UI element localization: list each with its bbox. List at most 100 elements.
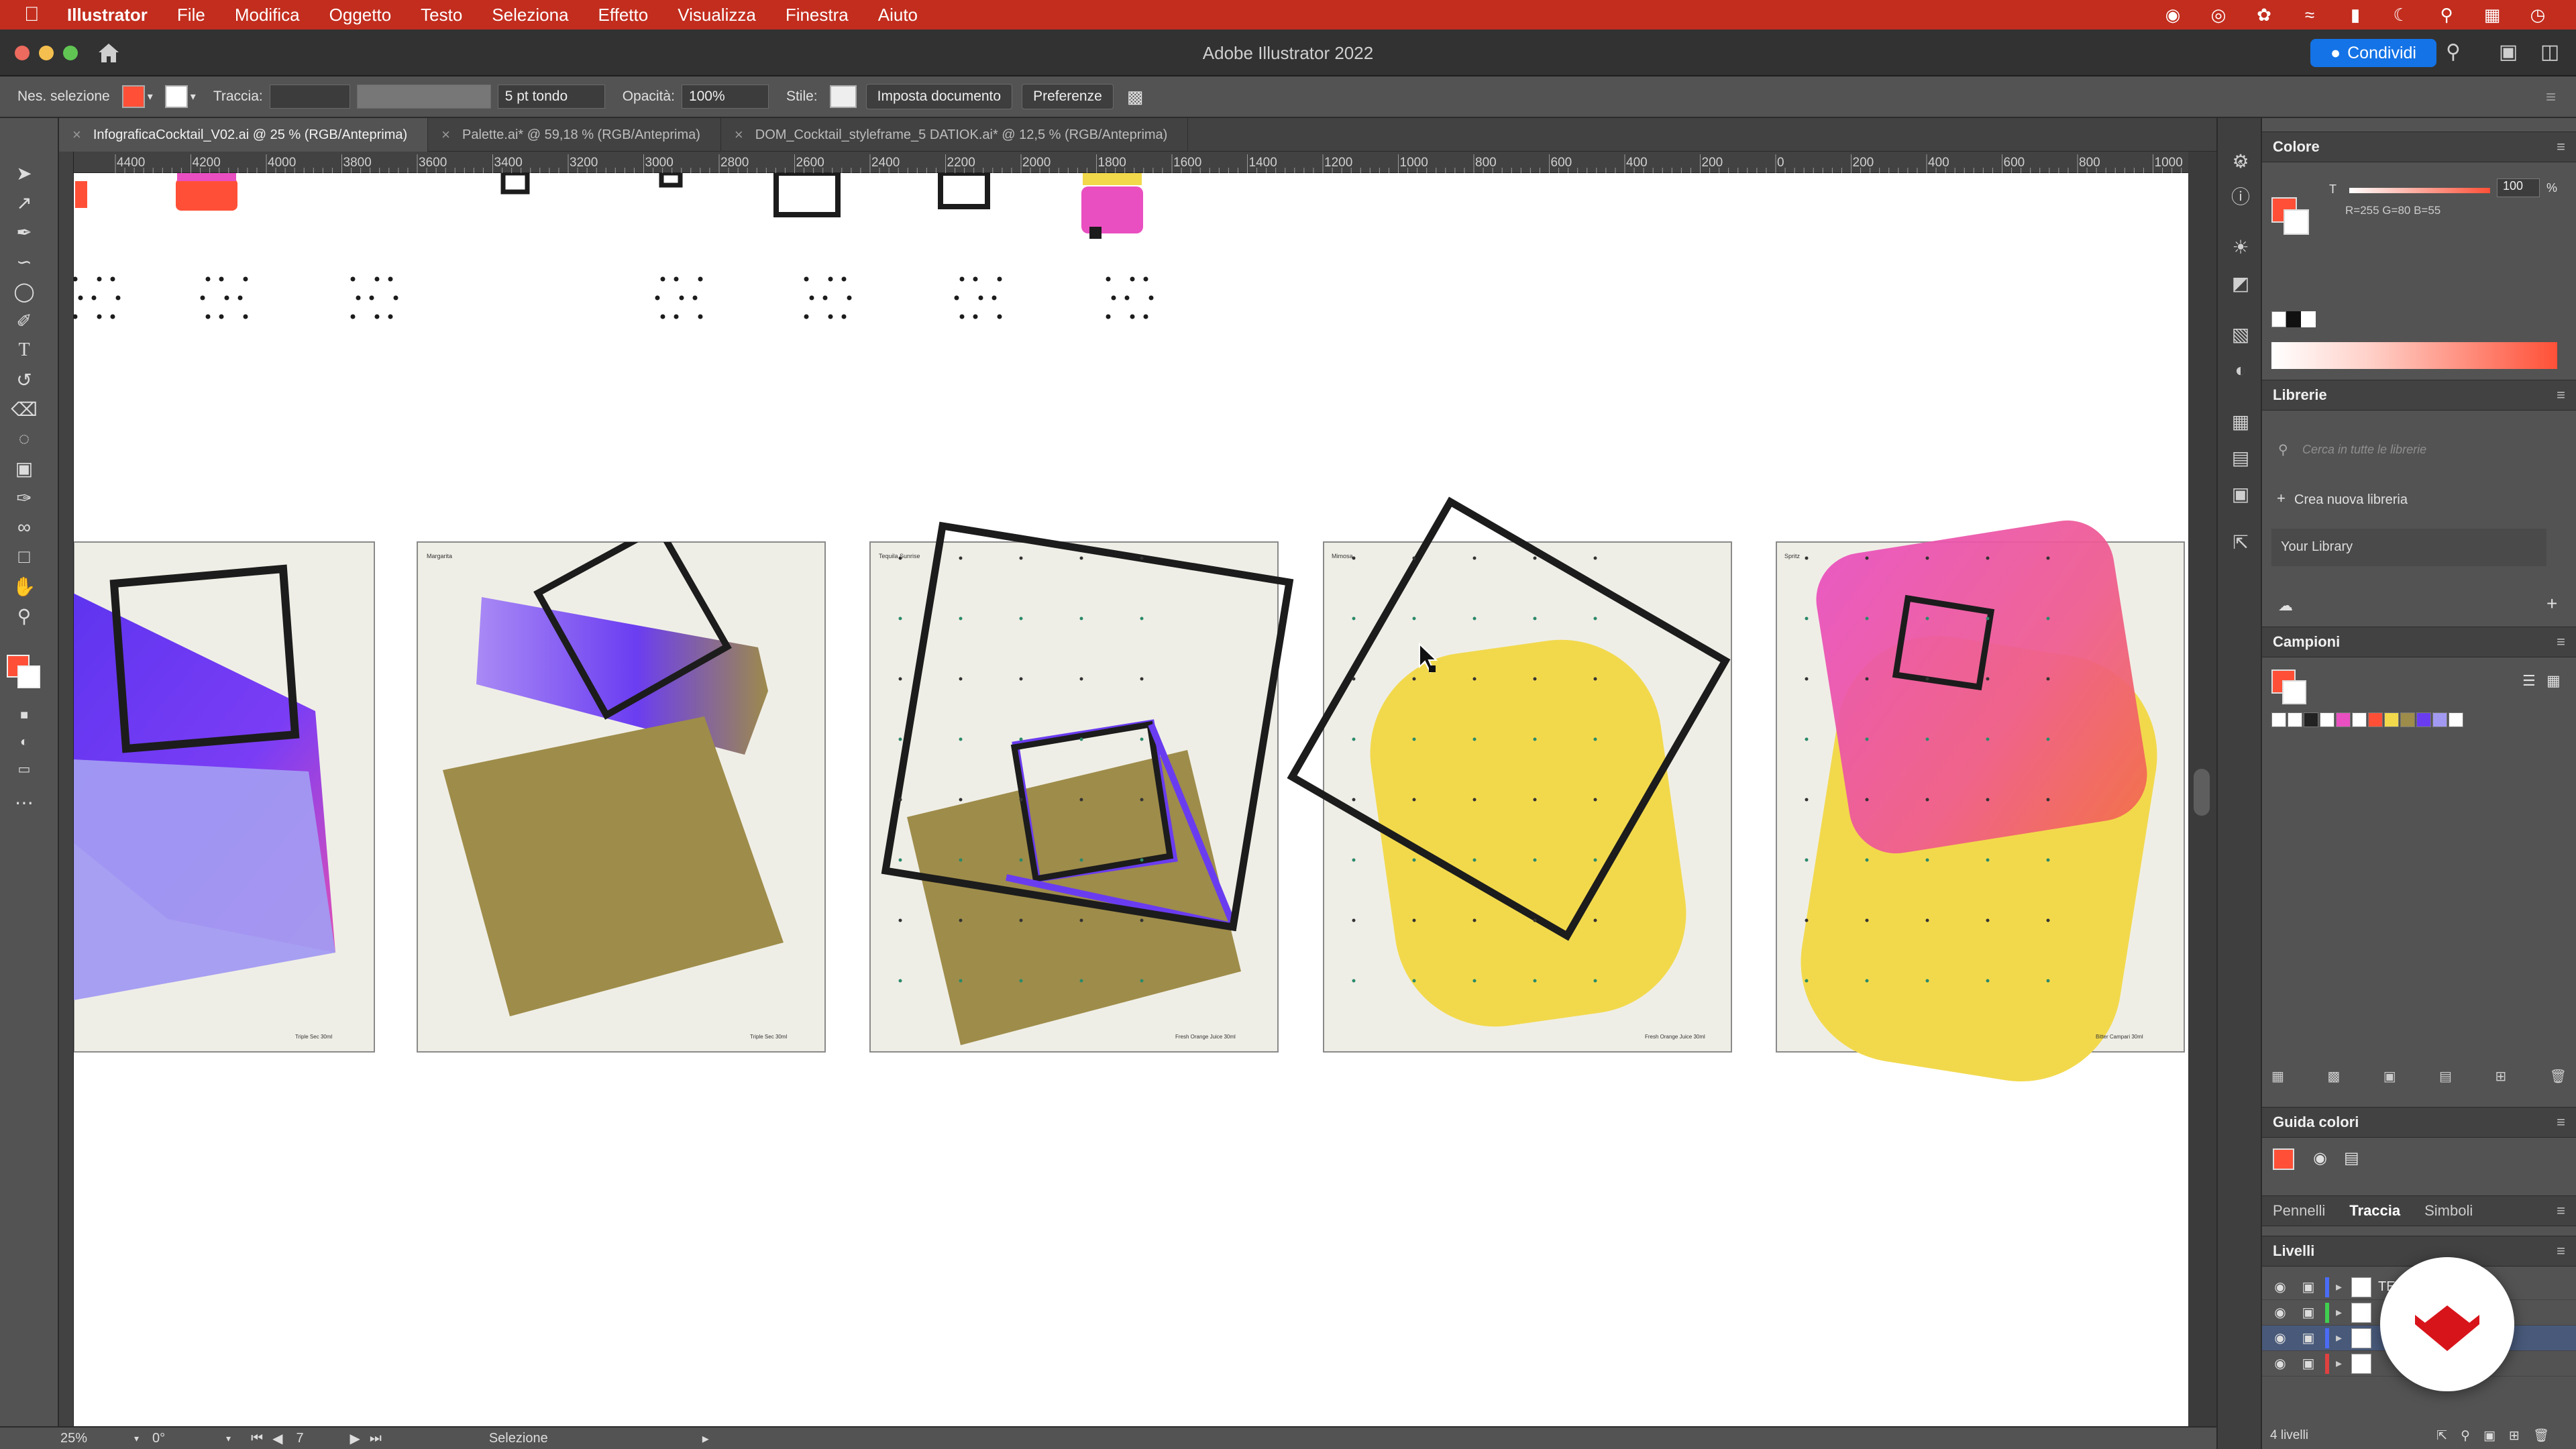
visibility-icon[interactable]: ◉ xyxy=(2270,1330,2290,1346)
pen-tool-icon[interactable]: ✒ xyxy=(11,219,38,246)
fill-swatch[interactable] xyxy=(121,85,145,108)
swatch[interactable] xyxy=(2416,712,2431,727)
stroke-weight-field[interactable] xyxy=(269,85,350,109)
swatch[interactable] xyxy=(2432,712,2447,727)
search-help-icon[interactable]: ⚲ xyxy=(2440,40,2466,66)
ellipse-tool-icon[interactable]: ◯ xyxy=(11,278,38,305)
export-icon[interactable]: ⇱ xyxy=(2227,529,2254,555)
plus-icon[interactable]: + xyxy=(2277,490,2286,507)
swatch-libraries-icon[interactable]: ▦ xyxy=(2271,1068,2284,1085)
swatch[interactable] xyxy=(2271,712,2286,727)
artboard-number-field[interactable]: 7 xyxy=(296,1431,343,1446)
creative-cloud-icon[interactable]: ◉ xyxy=(2161,3,2184,26)
tab-dom-cocktail[interactable]: × DOM_Cocktail_styleframe_5 DATIOK.ai* @… xyxy=(721,118,1189,152)
chevron-down-icon[interactable]: ▾ xyxy=(148,90,153,103)
share-button[interactable]: ● Condividi xyxy=(2310,39,2436,67)
swatch[interactable] xyxy=(2384,712,2399,727)
panel-menu-icon[interactable]: ≡ xyxy=(2557,1242,2565,1260)
color-stroke-swatch[interactable] xyxy=(2284,209,2309,235)
expand-icon[interactable]: ▸ xyxy=(2336,1280,2342,1294)
menu-seleziona[interactable]: Seleziona xyxy=(492,5,568,25)
menu-testo[interactable]: Testo xyxy=(421,5,462,25)
flag-icon[interactable]: ▮ xyxy=(2344,3,2367,26)
tab-brushes[interactable]: Pennelli xyxy=(2273,1202,2325,1220)
moon-icon[interactable]: ☾ xyxy=(2390,3,2412,26)
swatch[interactable] xyxy=(2288,712,2302,727)
artboard-tool-icon[interactable]: □ xyxy=(11,543,38,570)
menu-finestra[interactable]: Finestra xyxy=(786,5,849,25)
show-kinds-icon[interactable]: ▩ xyxy=(2327,1068,2340,1085)
clock-icon[interactable]: ◷ xyxy=(2526,3,2549,26)
swatches-panel-header[interactable]: Campioni ≡ xyxy=(2262,627,2576,657)
lock-icon[interactable]: ▣ xyxy=(2298,1355,2318,1372)
wifi-icon[interactable]: ≈ xyxy=(2298,3,2321,26)
apple-icon[interactable]:  xyxy=(24,3,54,26)
tint-input[interactable]: 100 xyxy=(2497,178,2540,197)
search-icon[interactable]: ⚲ xyxy=(2435,3,2458,26)
close-tab-icon[interactable]: × xyxy=(735,126,743,144)
screen-mode-icon[interactable]: ▭ xyxy=(11,755,38,782)
lock-icon[interactable]: ▣ xyxy=(2298,1330,2318,1346)
tab-palette[interactable]: × Palette.ai* @ 59,18 % (RGB/Anteprima) xyxy=(428,118,721,152)
panel-toggle-icon[interactable]: ◫ xyxy=(2537,40,2563,66)
library-item[interactable]: Your Library xyxy=(2271,529,2546,566)
artboard-2[interactable]: Margarita Triple Sec 30ml xyxy=(417,527,826,1053)
artboard-5[interactable]: Spritz Bitter Campari 30ml xyxy=(1776,514,2185,1096)
color-guide-header[interactable]: Guida colori ≡ xyxy=(2262,1107,2576,1138)
canvas[interactable]: Triple Sec 30ml Margarita Triple Sec 30m… xyxy=(74,173,2188,1426)
brush-field[interactable]: 5 pt tondo xyxy=(497,85,605,109)
transform-icon[interactable]: ◩ xyxy=(2227,270,2254,297)
expand-icon[interactable]: ▸ xyxy=(2336,1331,2342,1345)
swatch-stroke[interactable] xyxy=(2282,680,2306,704)
artboard-3[interactable]: Tequila Sunrise Fresh Orange Juice 30ml xyxy=(869,521,1294,1053)
layer-actions-icon[interactable]: ⇱⚲▣⊞🗑 xyxy=(2436,1428,2563,1444)
curvature-tool-icon[interactable]: ∽ xyxy=(11,248,38,275)
transparency-icon[interactable]: ◐ xyxy=(2227,357,2254,384)
edit-colors-icon[interactable]: ▤ xyxy=(2344,1148,2359,1168)
artboard-4[interactable]: Mimosa Fresh Orange Juice 30ml xyxy=(1287,496,1732,1053)
new-color-group-icon[interactable]: ▤ xyxy=(2439,1068,2452,1085)
visibility-icon[interactable]: ◉ xyxy=(2270,1279,2290,1295)
stroke-color-swatch[interactable] xyxy=(17,665,40,688)
add-library-item-icon[interactable]: + xyxy=(2546,593,2557,614)
menu-file[interactable]: File xyxy=(177,5,205,25)
vertical-scrollbar[interactable] xyxy=(2188,152,2216,1426)
rotate-tool-icon[interactable]: ↺ xyxy=(11,366,38,393)
color-spectrum[interactable] xyxy=(2271,342,2557,369)
swatch-grid[interactable] xyxy=(2271,712,2463,727)
visibility-icon[interactable]: ◉ xyxy=(2270,1355,2290,1372)
artboard-1[interactable]: Triple Sec 30ml xyxy=(74,541,375,1053)
selection-tool-icon[interactable]: ➤ xyxy=(11,160,38,186)
align-icon[interactable]: ▤ xyxy=(2227,444,2254,471)
chevron-down-icon[interactable]: ▾ xyxy=(191,90,196,103)
close-tab-icon[interactable]: × xyxy=(441,126,450,144)
prev-artboard-icon[interactable]: ◀ xyxy=(272,1430,282,1447)
menu-visualizza[interactable]: Visualizza xyxy=(678,5,756,25)
next-artboard-icon[interactable]: ▶ xyxy=(350,1430,360,1447)
tab-infografica[interactable]: × InfograficaCocktail_V02.ai @ 25 % (RGB… xyxy=(59,118,429,152)
appearance-icon[interactable]: ☀ xyxy=(2227,233,2254,260)
pathfinder-icon[interactable]: ▣ xyxy=(2227,480,2254,507)
zoom-field[interactable]: 25% xyxy=(60,1431,127,1446)
expand-icon[interactable]: ▸ xyxy=(2336,1356,2342,1371)
document-setup-button[interactable]: Imposta documento xyxy=(865,84,1013,109)
list-view-icon[interactable]: ☰ xyxy=(2522,672,2536,690)
expand-icon[interactable]: ▸ xyxy=(2336,1305,2342,1320)
arrange-icon[interactable]: ▩ xyxy=(1127,87,1144,107)
libraries-panel-header[interactable]: Librerie ≡ xyxy=(2262,380,2576,411)
info-icon[interactable]: ⓘ xyxy=(2227,182,2254,209)
delete-swatch-icon[interactable]: 🗑 xyxy=(2550,1068,2567,1085)
swatch[interactable] xyxy=(2352,712,2367,727)
blend-tool-icon[interactable]: ∞ xyxy=(11,514,38,541)
swatch[interactable] xyxy=(2320,712,2334,727)
paintbrush-tool-icon[interactable]: ✐ xyxy=(11,307,38,334)
library-search-input[interactable]: Cerca in tutte le librerie xyxy=(2302,443,2426,457)
swatch[interactable] xyxy=(2400,712,2415,727)
status-arrow-icon[interactable]: ▸ xyxy=(702,1430,709,1447)
panel-menu-icon[interactable]: ≡ xyxy=(2557,138,2565,156)
cloud-icon[interactable]: ☁ xyxy=(2278,597,2293,614)
shape-builder-icon[interactable]: ◌ xyxy=(11,425,38,452)
gradient-tool-icon[interactable]: ▣ xyxy=(11,455,38,482)
zoom-tool-icon[interactable]: ⚲ xyxy=(11,602,38,629)
menu-oggetto[interactable]: Oggetto xyxy=(329,5,392,25)
